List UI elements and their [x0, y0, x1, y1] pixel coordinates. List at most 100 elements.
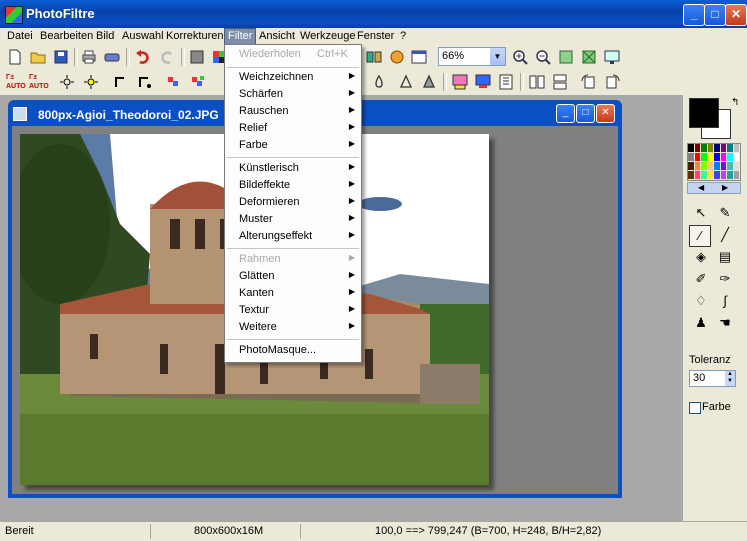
- blur-tool-icon[interactable]: ♢: [691, 291, 711, 311]
- menu-fenster[interactable]: Fenster: [354, 29, 397, 44]
- save-icon[interactable]: [52, 48, 70, 66]
- foreground-color-swatch[interactable]: [689, 98, 719, 128]
- grayscale-icon[interactable]: [188, 48, 206, 66]
- toolbar-separator: [181, 48, 185, 66]
- menu-item-relief[interactable]: Relief ▶: [225, 121, 361, 137]
- menu-filter[interactable]: Filter: [224, 28, 257, 45]
- minimize-button[interactable]: _: [683, 4, 705, 26]
- maximize-button[interactable]: □: [704, 4, 726, 26]
- submenu-arrow-icon: ▶: [348, 162, 355, 171]
- toolbar-separator: [443, 73, 447, 91]
- sharpen-more-icon[interactable]: [420, 73, 438, 91]
- filter-toolbar: Γ± AUTO Γ± AUTO: [0, 70, 747, 94]
- film-icon[interactable]: [497, 73, 515, 91]
- flip-horizontal-icon[interactable]: [528, 73, 546, 91]
- menu-datei[interactable]: Datei: [4, 29, 36, 44]
- menu-item-kuenstlerisch[interactable]: Künstlerisch ▶: [225, 161, 361, 177]
- menu-item-glaetten[interactable]: Glätten ▶: [225, 269, 361, 285]
- line-tool-icon[interactable]: ╱: [715, 225, 735, 245]
- menu-item-schaerfen[interactable]: Schärfen ▶: [225, 87, 361, 103]
- chevron-right-icon[interactable]: ▶: [722, 183, 728, 192]
- fit-window-icon[interactable]: [557, 48, 575, 66]
- contrast-plus-icon[interactable]: [136, 73, 154, 91]
- print-icon[interactable]: [80, 48, 98, 66]
- pointer-tool-icon[interactable]: ↖: [691, 203, 711, 223]
- hand-tool-icon[interactable]: ☚: [715, 313, 735, 333]
- title-bar: PhotoFiltre _ □ ✕: [0, 0, 747, 28]
- magic-wand-tool-icon[interactable]: ⁄: [689, 225, 711, 247]
- doc-maximize-button[interactable]: □: [576, 104, 595, 123]
- menu-item-photomasque[interactable]: PhotoMasque...: [225, 343, 361, 359]
- menu-item-textur[interactable]: Textur ▶: [225, 303, 361, 319]
- eyedropper-tool-icon[interactable]: ✎: [715, 203, 735, 223]
- plugin-icon[interactable]: [388, 48, 406, 66]
- doc-close-button[interactable]: ✕: [596, 104, 615, 123]
- tolerance-spinner[interactable]: 30 ▲ ▼: [689, 370, 736, 387]
- menu-item-alterungseffekt[interactable]: Alterungseffekt ▶: [225, 229, 361, 245]
- zoom-out-icon[interactable]: [534, 48, 552, 66]
- menu-auswahl[interactable]: Auswahl: [119, 29, 167, 44]
- brush-tool-icon[interactable]: ✐: [691, 269, 711, 289]
- menu-item-weitere[interactable]: Weitere ▶: [225, 320, 361, 336]
- smudge-tool-icon[interactable]: ∫: [715, 291, 735, 311]
- rotate-right-icon[interactable]: [603, 73, 621, 91]
- color-checkbox[interactable]: [689, 402, 701, 414]
- menu-item-farbe[interactable]: Farbe ▶: [225, 138, 361, 154]
- zoom-in-icon[interactable]: [511, 48, 529, 66]
- menu-item-wiederholen: Wiederholen Ctrl+K: [239, 48, 348, 60]
- brightness-minus-icon[interactable]: [58, 73, 76, 91]
- advanced-brush-tool-icon[interactable]: ✑: [715, 269, 735, 289]
- menu-help[interactable]: ?: [397, 29, 409, 44]
- zoom-select[interactable]: 66% ▼: [438, 47, 506, 66]
- window-icon[interactable]: [410, 48, 428, 66]
- new-file-icon[interactable]: [6, 48, 24, 66]
- auto-level-icon[interactable]: Γ± AUTO: [6, 73, 26, 91]
- chevron-left-icon[interactable]: ◀: [698, 183, 704, 192]
- menu-bearbeiten[interactable]: Bearbeiten: [37, 29, 96, 44]
- spray-tool-icon[interactable]: ▤: [715, 247, 735, 267]
- open-folder-icon[interactable]: [29, 48, 47, 66]
- undo-icon[interactable]: [134, 48, 152, 66]
- color-balance-icon[interactable]: [451, 73, 469, 91]
- menu-item-rauschen[interactable]: Rauschen ▶: [225, 104, 361, 120]
- contrast-minus-icon[interactable]: [112, 73, 130, 91]
- fill-bucket-tool-icon[interactable]: ◈: [691, 247, 711, 267]
- sharpen-icon[interactable]: [397, 73, 415, 91]
- menu-item-kanten[interactable]: Kanten ▶: [225, 286, 361, 302]
- drop-blur-icon[interactable]: [370, 73, 388, 91]
- submenu-arrow-icon: ▶: [348, 321, 355, 330]
- swap-colors-icon[interactable]: ↰: [731, 97, 739, 108]
- menu-item-bildeffekte[interactable]: Bildeffekte ▶: [225, 178, 361, 194]
- actual-size-icon[interactable]: [580, 48, 598, 66]
- status-text: Bereit: [5, 525, 34, 537]
- fullscreen-icon[interactable]: [603, 48, 621, 66]
- menu-separator: [227, 248, 359, 250]
- saturation-plus-icon[interactable]: [189, 73, 207, 91]
- menu-item-deformieren[interactable]: Deformieren ▶: [225, 195, 361, 211]
- auto-contrast-icon[interactable]: Γ± AUTO: [29, 73, 49, 91]
- rotate-left-icon[interactable]: [580, 73, 598, 91]
- menu-werkzeuge[interactable]: Werkzeuge: [297, 29, 358, 44]
- menu-korrekturen[interactable]: Korrekturen: [163, 29, 226, 44]
- spinner-arrows-icon[interactable]: ▲ ▼: [725, 371, 735, 386]
- chevron-down-icon[interactable]: ▼: [490, 48, 505, 65]
- color-palette[interactable]: [687, 143, 741, 181]
- menu-ansicht[interactable]: Ansicht: [256, 29, 298, 44]
- doc-minimize-button[interactable]: _: [556, 104, 575, 123]
- effects-icon[interactable]: [365, 48, 383, 66]
- scan-icon[interactable]: [103, 48, 121, 66]
- redo-icon[interactable]: [158, 48, 176, 66]
- palette-nav[interactable]: ◀ ▶: [687, 182, 741, 194]
- menu-item-weichzeichnen[interactable]: Weichzeichnen ▶: [225, 70, 361, 86]
- menu-separator: [227, 339, 359, 341]
- brightness-plus-icon[interactable]: [82, 73, 100, 91]
- menu-item-muster[interactable]: Muster ▶: [225, 212, 361, 228]
- flip-vertical-icon[interactable]: [551, 73, 569, 91]
- menu-bild[interactable]: Bild: [93, 29, 117, 44]
- submenu-arrow-icon: ▶: [348, 179, 355, 188]
- submenu-arrow-icon: ▶: [348, 304, 355, 313]
- saturation-minus-icon[interactable]: [165, 73, 183, 91]
- stamp-tool-icon[interactable]: ♟: [691, 313, 711, 333]
- monitor-icon[interactable]: [474, 73, 492, 91]
- close-button[interactable]: ✕: [725, 4, 747, 26]
